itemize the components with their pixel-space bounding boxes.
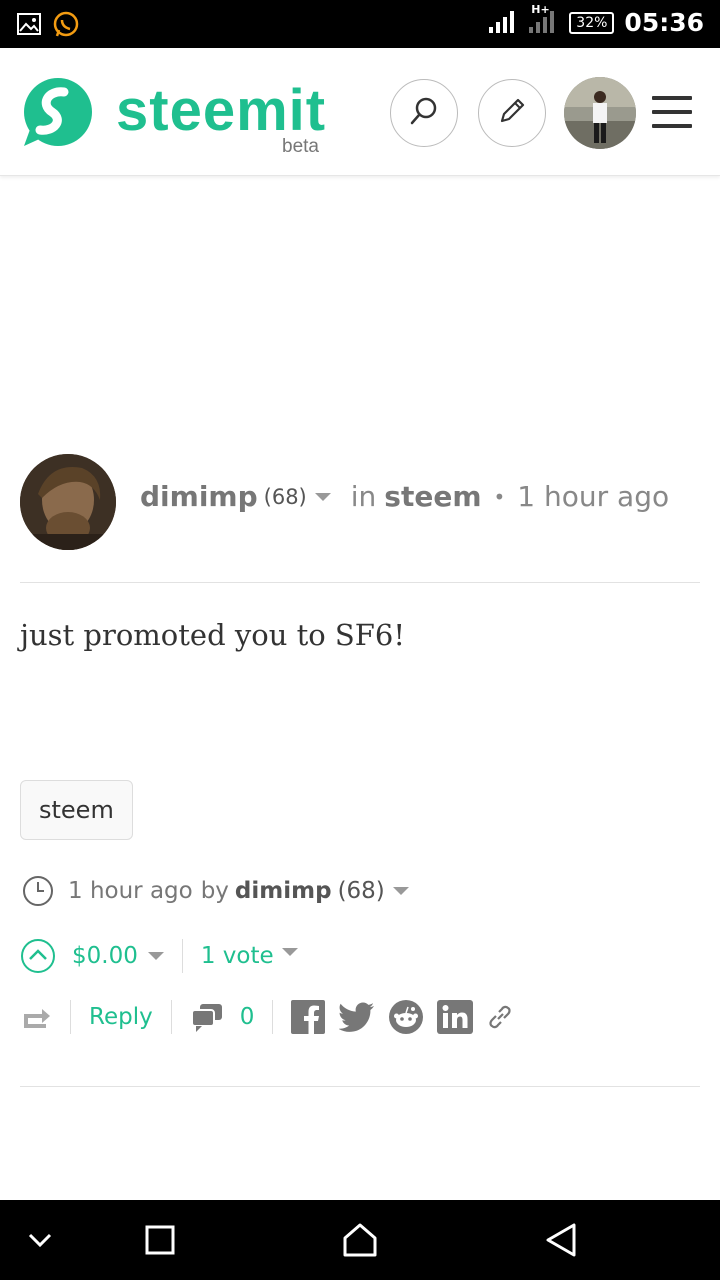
meta-time: 1 hour ago	[68, 878, 193, 904]
comment-body: just promoted you to SF6!	[20, 618, 406, 652]
payout-menu-icon[interactable]	[147, 952, 164, 960]
meta-author[interactable]: dimimp	[235, 878, 332, 904]
in-label: in	[350, 480, 377, 513]
payout-value[interactable]: $0.00	[72, 943, 138, 969]
meta-by: by	[200, 878, 229, 904]
parent-comment: nothing else has changed - 30 day cash o…	[20, 160, 700, 430]
tag-steem[interactable]: steem	[20, 780, 133, 840]
author-reputation: (68)	[263, 484, 307, 509]
post-meta: 1 hour ago by dimimp (68)	[22, 875, 409, 907]
search-button[interactable]	[390, 79, 458, 147]
comment-count[interactable]: 0	[240, 1004, 255, 1030]
community-link[interactable]: steem	[384, 480, 481, 513]
nav-down-icon[interactable]	[26, 1228, 54, 1256]
nav-back-icon[interactable]	[544, 1222, 578, 1262]
submit-post-button[interactable]	[478, 79, 546, 147]
upvote-icon[interactable]	[20, 938, 56, 974]
separator	[181, 939, 183, 973]
author-line: dimimp (68) in steem • 1 hour ago	[140, 480, 669, 513]
network-type: H+	[531, 2, 550, 16]
nav-home-icon[interactable]	[342, 1222, 378, 1262]
parent-comment-text: nothing else has changed - 30 day cash o…	[55, 206, 666, 276]
app-header: steemit beta	[0, 48, 720, 176]
author-name[interactable]: dimimp	[140, 480, 258, 513]
link-icon[interactable]	[487, 1004, 513, 1030]
reply-link[interactable]: Reply	[89, 1004, 153, 1030]
comment-time[interactable]: 1 hour ago	[517, 480, 669, 513]
search-icon	[409, 96, 439, 130]
image-icon	[16, 11, 42, 43]
vote-row: $0.00 1 vote	[20, 938, 298, 974]
signal-icon	[489, 9, 519, 37]
meta-reputation: (68)	[337, 878, 385, 904]
view-full-context-link[interactable]: View the full context	[61, 311, 386, 355]
whatsapp-icon	[52, 11, 80, 43]
brand-beta: beta	[282, 136, 319, 157]
comments-icon[interactable]	[190, 1002, 224, 1032]
divider	[20, 582, 700, 583]
android-nav-bar	[0, 1200, 720, 1280]
separator-dot: •	[493, 484, 506, 509]
separator	[272, 1000, 274, 1034]
battery-icon: 32%	[569, 11, 615, 34]
separator	[70, 1000, 71, 1034]
nav-recents-icon[interactable]	[144, 1224, 176, 1260]
voters-menu-icon[interactable]	[281, 948, 298, 956]
resteem-icon[interactable]	[22, 1004, 52, 1030]
share-icons	[291, 1000, 513, 1034]
meta-author-menu-icon[interactable]	[392, 887, 409, 895]
divider	[20, 1086, 700, 1087]
steemit-logo-icon[interactable]	[18, 74, 96, 156]
action-row: Reply 0	[22, 1000, 513, 1034]
menu-icon[interactable]	[652, 96, 692, 138]
clock-icon	[22, 875, 54, 907]
view-direct-parent-link[interactable]: View the direct parent	[61, 355, 386, 399]
separator	[170, 1000, 172, 1034]
author-menu-icon[interactable]	[314, 492, 331, 501]
status-bar: H+ 32% 05:36	[0, 0, 720, 48]
author-avatar[interactable]	[20, 454, 116, 550]
signal-icon-2: H+	[529, 3, 559, 37]
avatar[interactable]	[564, 77, 636, 149]
brand-name[interactable]: steemit	[116, 82, 326, 140]
vote-count[interactable]: 1 vote	[201, 943, 274, 969]
reddit-icon[interactable]	[389, 1000, 424, 1034]
parent-links: View the full context View the direct pa…	[61, 311, 386, 399]
clock-time: 05:36	[624, 8, 704, 37]
facebook-icon[interactable]	[291, 1000, 326, 1034]
twitter-icon[interactable]	[339, 1002, 375, 1032]
pencil-icon	[497, 96, 527, 130]
linkedin-icon[interactable]	[437, 1000, 474, 1034]
